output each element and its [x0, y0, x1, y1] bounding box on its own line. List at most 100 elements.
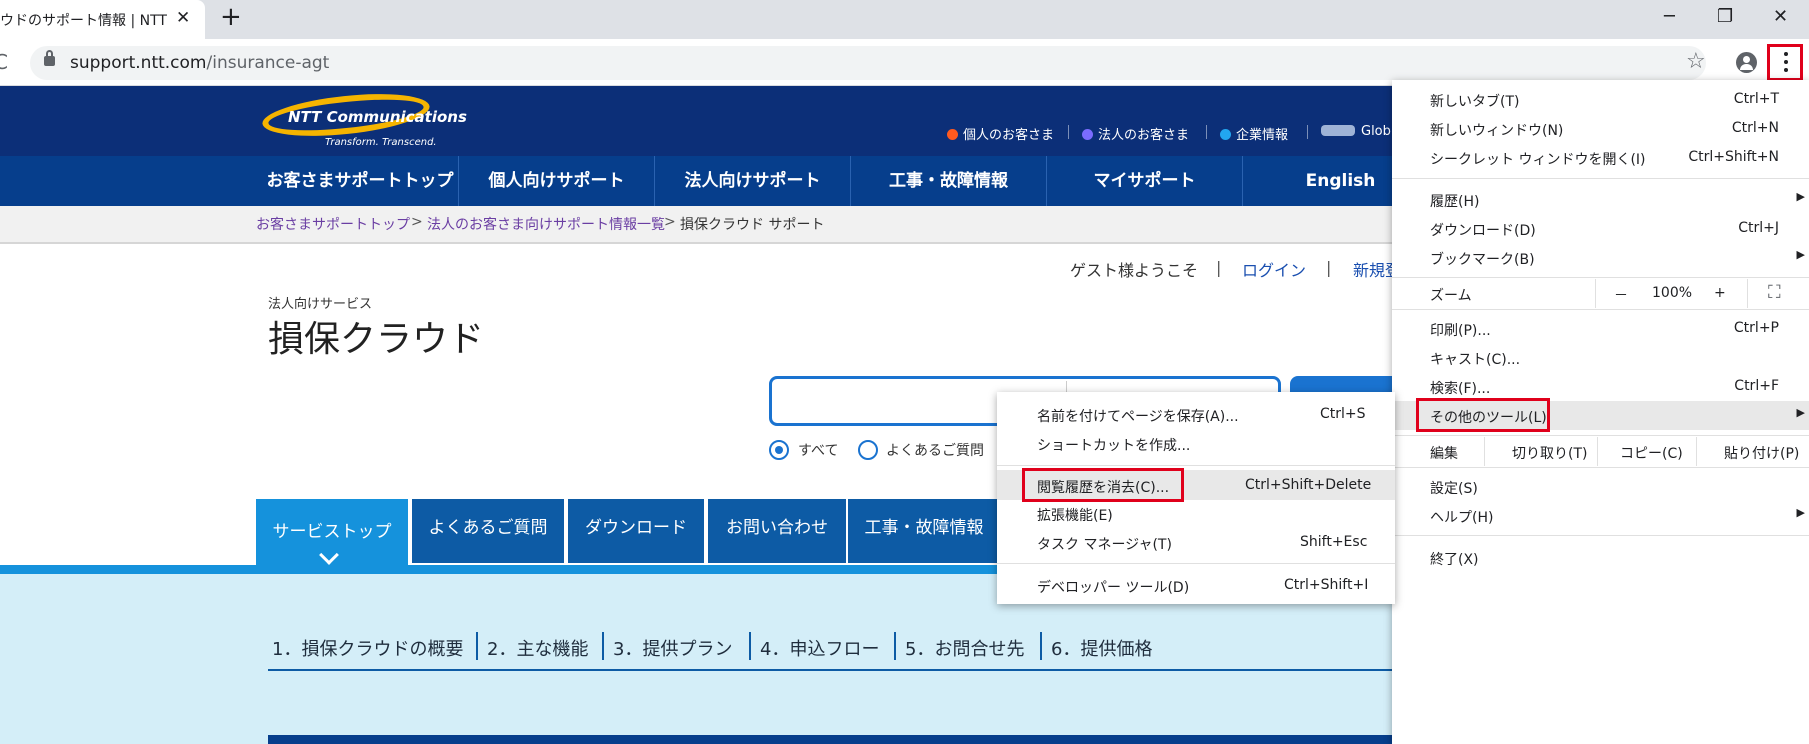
submenu-item-shortcut: Ctrl+Shift+I	[1284, 577, 1369, 593]
tab-close-icon[interactable]: ✕	[176, 8, 190, 28]
lock-icon[interactable]	[44, 50, 55, 66]
submenu-item-shortcut: Ctrl+Shift+Delete	[1245, 477, 1372, 493]
menu-item-more-tools-label: その他のツール(L)	[1392, 401, 1592, 430]
toc-divider	[1040, 632, 1042, 660]
zoom-in-button[interactable]: +	[1714, 285, 1726, 301]
menu-item-label: その他のツール(L)	[1430, 410, 1547, 426]
submenu-item-shortcut: Ctrl+S	[1320, 406, 1366, 422]
copy-button[interactable]: コピー(C)	[1620, 443, 1683, 463]
menu-divider	[1392, 309, 1809, 310]
submenu-arrow-icon: ▶	[1796, 248, 1805, 261]
url-text[interactable]: support.ntt.com/insurance-agt	[70, 53, 329, 73]
kebab-dot	[1784, 68, 1788, 72]
submenu-item-task-manager[interactable]: タスク マネージャ(T)	[1037, 534, 1172, 554]
menu-item-new-window[interactable]: 新しいウィンドウ(N) Ctrl+N	[1392, 114, 1809, 143]
tab-download[interactable]: ダウンロード	[568, 499, 704, 563]
menu-item-label: 新しいタブ(T)	[1430, 94, 1520, 110]
page-title: 損保クラウド	[268, 319, 485, 360]
link-business-label: 法人のお客さま	[1098, 128, 1190, 143]
menu-item-shortcut: Ctrl+P	[1733, 320, 1779, 336]
menu-item-print[interactable]: 印刷(P)... Ctrl+P	[1392, 314, 1809, 343]
reload-icon[interactable]: C	[0, 50, 8, 74]
menu-item-settings[interactable]: 設定(S)	[1392, 472, 1809, 501]
toc-link-4[interactable]: 4．申込フロー	[760, 635, 879, 661]
breadcrumb-link-business[interactable]: 法人のお客さま向けサポート情報一覧	[427, 214, 665, 234]
profile-icon[interactable]	[1736, 52, 1757, 73]
scope-radio-faq[interactable]	[858, 440, 878, 460]
chrome-menu-button[interactable]	[1767, 44, 1803, 81]
menu-item-help[interactable]: ヘルプ(H) ▶	[1392, 501, 1809, 530]
url-host: support.ntt.com	[70, 53, 207, 73]
menu-item-label: キャスト(C)...	[1430, 352, 1521, 368]
menu-item-label: 履歴(H)	[1430, 194, 1480, 210]
link-personal[interactable]: 個人のお客さま	[947, 124, 1054, 143]
login-link[interactable]: ログイン	[1242, 257, 1306, 281]
menu-item-label: ブックマーク(B)	[1430, 252, 1535, 268]
nav-mysupport[interactable]: マイサポート	[1046, 156, 1242, 206]
close-window-button[interactable]: ✕	[1773, 6, 1788, 27]
breadcrumb-current: 損保クラウド サポート	[680, 217, 825, 233]
menu-item-shortcut: Ctrl+F	[1734, 378, 1779, 394]
menu-item-shortcut: Ctrl+J	[1738, 220, 1779, 236]
paste-button[interactable]: 貼り付け(P)	[1724, 443, 1799, 463]
submenu-item-devtools[interactable]: デベロッパー ツール(D)	[1037, 577, 1189, 597]
breadcrumb-link-top[interactable]: お客さまサポートトップ	[256, 214, 410, 234]
cut-button[interactable]: 切り取り(T)	[1512, 443, 1587, 463]
menu-divider	[1392, 467, 1809, 468]
menu-item-label: ズーム	[1430, 288, 1472, 304]
tab-service-top[interactable]: サービストップ	[256, 499, 408, 574]
toc-link-5[interactable]: 5．お問合せ先	[905, 635, 1024, 661]
menu-item-label: 検索(F)...	[1430, 381, 1491, 397]
toc-underline	[268, 669, 1418, 671]
menu-item-label: 印刷(P)...	[1430, 323, 1491, 339]
submenu-item-extensions[interactable]: 拡張機能(E)	[1037, 505, 1113, 525]
breadcrumb-sep: >	[664, 214, 676, 230]
link-global[interactable]: Glob	[1321, 124, 1391, 139]
menu-divider	[997, 563, 1395, 564]
site-logo[interactable]: NTT Communications	[288, 108, 467, 126]
tab-faq[interactable]: よくあるご質問	[412, 499, 564, 563]
menu-item-history[interactable]: 履歴(H) ▶	[1392, 185, 1809, 214]
nav-personal[interactable]: 個人向けサポート	[458, 156, 654, 206]
fullscreen-icon[interactable]: ⛶	[1768, 282, 1781, 303]
menu-item-find[interactable]: 検索(F)... Ctrl+F	[1392, 372, 1809, 401]
link-company[interactable]: 企業情報	[1220, 124, 1288, 143]
scope-radio-all[interactable]	[769, 440, 789, 460]
bullet-icon	[947, 129, 958, 140]
divider	[1068, 125, 1069, 139]
toc-link-3[interactable]: 3．提供プラン	[613, 635, 732, 661]
bookmark-star-icon[interactable]: ☆	[1686, 49, 1706, 74]
edit-divider	[1696, 437, 1697, 466]
scope-label-faq: よくあるご質問	[886, 443, 984, 459]
minimize-button[interactable]: ─	[1664, 6, 1675, 27]
menu-item-downloads[interactable]: ダウンロード(D) Ctrl+J	[1392, 214, 1809, 243]
toc-link-2[interactable]: 2．主な機能	[487, 635, 588, 661]
toc-link-6[interactable]: 6．提供価格	[1051, 635, 1152, 661]
menu-item-shortcut: Ctrl+Shift+N	[1688, 149, 1779, 165]
menu-item-bookmarks[interactable]: ブックマーク(B) ▶	[1392, 243, 1809, 272]
menu-item-exit[interactable]: 終了(X)	[1392, 543, 1809, 572]
tab-contact[interactable]: お問い合わせ	[708, 499, 846, 563]
nav-business[interactable]: 法人向けサポート	[654, 156, 850, 206]
menu-divider	[1392, 178, 1809, 179]
edit-divider	[1484, 437, 1485, 466]
nav-construction[interactable]: 工事・故障情報	[850, 156, 1046, 206]
menu-item-new-tab[interactable]: 新しいタブ(T) Ctrl+T	[1392, 85, 1809, 114]
restore-button[interactable]: ❐	[1717, 6, 1733, 27]
submenu-item-create-shortcut[interactable]: ショートカットを作成...	[1037, 435, 1190, 455]
toc-link-1[interactable]: 1．損保クラウドの概要	[272, 635, 463, 661]
url-path: /insurance-agt	[206, 53, 330, 73]
tab-title: ウドのサポート情報 | NTT Co	[0, 13, 168, 29]
menu-item-label: シークレット ウィンドウを開く(I)	[1430, 152, 1646, 168]
menu-item-label: ダウンロード(D)	[1430, 223, 1536, 239]
menu-item-incognito[interactable]: シークレット ウィンドウを開く(I) Ctrl+Shift+N	[1392, 143, 1809, 172]
link-business[interactable]: 法人のお客さま	[1082, 124, 1189, 143]
menu-item-cast[interactable]: キャスト(C)...	[1392, 343, 1809, 372]
kebab-dot	[1784, 60, 1788, 64]
nav-support-top[interactable]: お客さまサポートトップ	[262, 156, 458, 206]
menu-item-label: 編集	[1430, 446, 1458, 462]
new-tab-button[interactable]: +	[220, 2, 242, 32]
submenu-item-save-page[interactable]: 名前を付けてページを保存(A)...	[1037, 406, 1239, 426]
tab-construction[interactable]: 工事・故障情報	[848, 499, 1000, 563]
zoom-out-button[interactable]: －	[1614, 285, 1628, 305]
